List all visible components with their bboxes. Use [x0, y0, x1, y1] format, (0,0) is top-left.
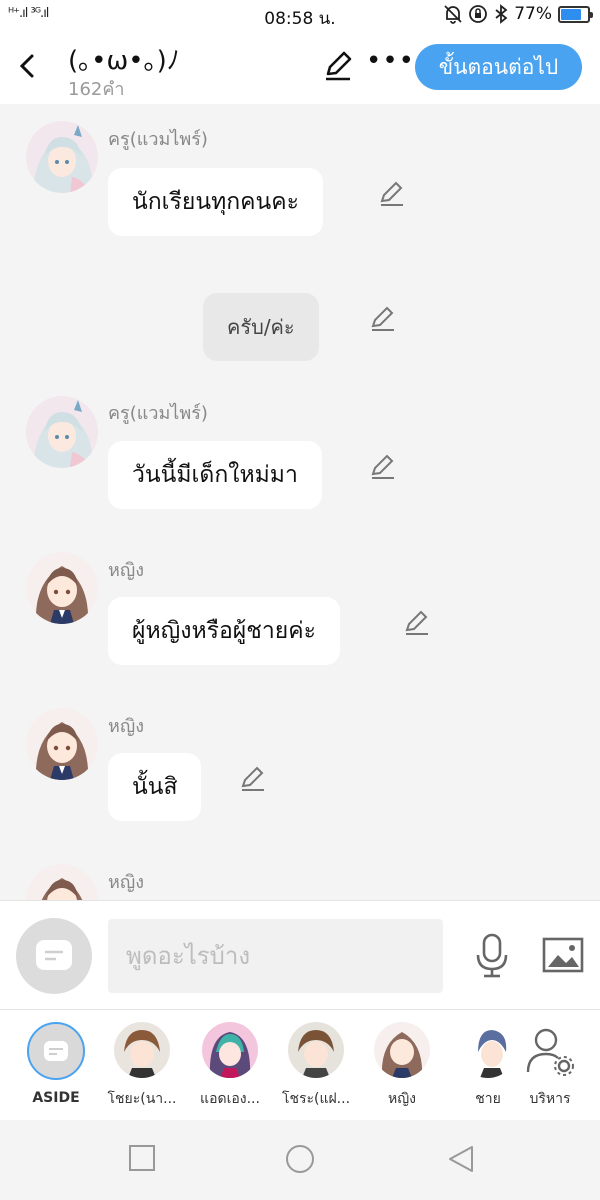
character-bar: ASIDE โชยะ(นา... แอดเอง... โชระ(แฝ... หญ…	[0, 1010, 600, 1120]
battery-fill	[561, 8, 582, 20]
message-bubble[interactable]: วันนี้มีเด็กใหม่มา	[108, 441, 322, 509]
aside-toggle-button[interactable]	[16, 918, 92, 994]
word-count: 162คำ	[68, 79, 125, 100]
edit-title-icon[interactable]	[320, 48, 356, 84]
edit-message-icon[interactable]	[368, 304, 398, 334]
speaker-name: ครู(แวมไพร์)	[108, 129, 208, 150]
character-admin[interactable]: แอดเอง...	[186, 1022, 274, 1110]
character-avatar	[374, 1022, 430, 1078]
speaker-name: ครู(แวมไพร์)	[108, 403, 208, 424]
input-area	[0, 900, 600, 1010]
character-chora[interactable]: โชระ(แฝ...	[272, 1022, 360, 1110]
character-label: บริหาร	[529, 1091, 571, 1107]
rotation-lock-icon	[469, 5, 488, 23]
message-input[interactable]	[108, 919, 443, 993]
edit-message-icon[interactable]	[402, 608, 432, 638]
avatar-girl[interactable]	[26, 864, 98, 900]
more-options-icon[interactable]: •••	[366, 46, 415, 76]
battery-percent: 77%	[514, 4, 552, 24]
status-bar: ᴴ⁺.ıl ³ᴳ.ıl 08:58 น. 77%	[0, 0, 600, 32]
chat-bubble-icon	[36, 940, 72, 970]
edit-message-icon[interactable]	[368, 452, 398, 482]
avatar-girl[interactable]	[26, 552, 98, 624]
speaker-name: หญิง	[108, 872, 144, 893]
system-nav-bar	[0, 1120, 600, 1200]
avatar-girl[interactable]	[26, 708, 98, 780]
character-label: หญิง	[388, 1091, 416, 1107]
microphone-icon[interactable]	[474, 933, 510, 979]
character-avatar	[288, 1022, 344, 1078]
character-label: โชยะ(นา...	[107, 1091, 177, 1107]
character-avatar	[202, 1022, 258, 1078]
bluetooth-icon	[495, 4, 508, 24]
speaker-name: หญิง	[108, 560, 144, 581]
manage-user-icon	[526, 1028, 574, 1076]
chat-area[interactable]: ครู(แวมไพร์) นักเรียนทุกคนคะ ครับ/ค่ะ คร…	[0, 104, 600, 900]
back-nav-icon[interactable]	[446, 1144, 476, 1174]
recent-apps-icon[interactable]	[128, 1144, 156, 1172]
character-choya[interactable]: โชยะ(นา...	[98, 1022, 186, 1110]
edit-message-icon[interactable]	[238, 764, 268, 794]
avatar-vampire-teacher[interactable]	[26, 121, 98, 193]
image-icon[interactable]	[542, 937, 584, 973]
story-title: (｡•ω•｡)ﾉ	[68, 46, 180, 76]
manage-characters[interactable]: บริหาร	[505, 1022, 595, 1110]
edit-message-icon[interactable]	[377, 179, 407, 209]
character-label: ASIDE	[32, 1090, 80, 1106]
back-arrow-icon[interactable]	[12, 46, 42, 86]
home-icon[interactable]	[285, 1144, 315, 1174]
character-label: โชระ(แฝ...	[281, 1091, 351, 1107]
character-label: แอดเอง...	[200, 1091, 260, 1107]
message-bubble[interactable]: ผู้หญิงหรือผู้ชายค่ะ	[108, 597, 341, 665]
bell-off-icon	[444, 5, 462, 24]
status-icons: 77%	[444, 4, 593, 24]
avatar-vampire-teacher[interactable]	[26, 396, 98, 468]
header: (｡•ω•｡)ﾉ 162คำ ••• ขั้นตอนต่อไป	[0, 32, 600, 104]
narration-bubble[interactable]: ครับ/ค่ะ	[203, 293, 319, 361]
next-step-button[interactable]: ขั้นตอนต่อไป	[415, 44, 582, 90]
aside-icon	[27, 1022, 85, 1080]
message-bubble[interactable]: นักเรียนทุกคนคะ	[108, 168, 323, 236]
character-girl[interactable]: หญิง	[358, 1022, 446, 1110]
battery-icon	[558, 5, 593, 23]
character-avatar	[114, 1022, 170, 1078]
character-aside[interactable]: ASIDE	[12, 1022, 100, 1106]
message-bubble[interactable]: นั้นสิ	[108, 753, 202, 821]
speaker-name: หญิง	[108, 716, 144, 737]
